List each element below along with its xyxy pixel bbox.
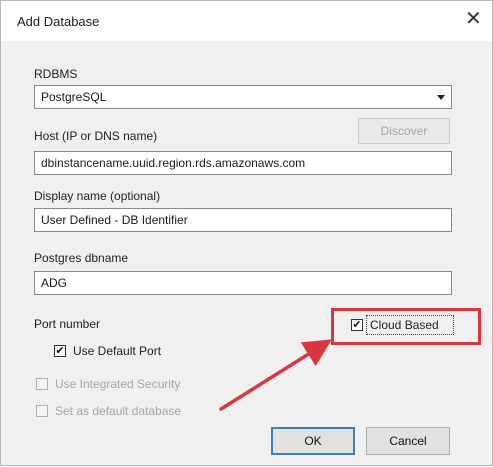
add-database-dialog: Add Database ✕ RDBMS PostgreSQL Host (IP… — [0, 0, 493, 466]
annotation-arrow — [219, 339, 332, 411]
